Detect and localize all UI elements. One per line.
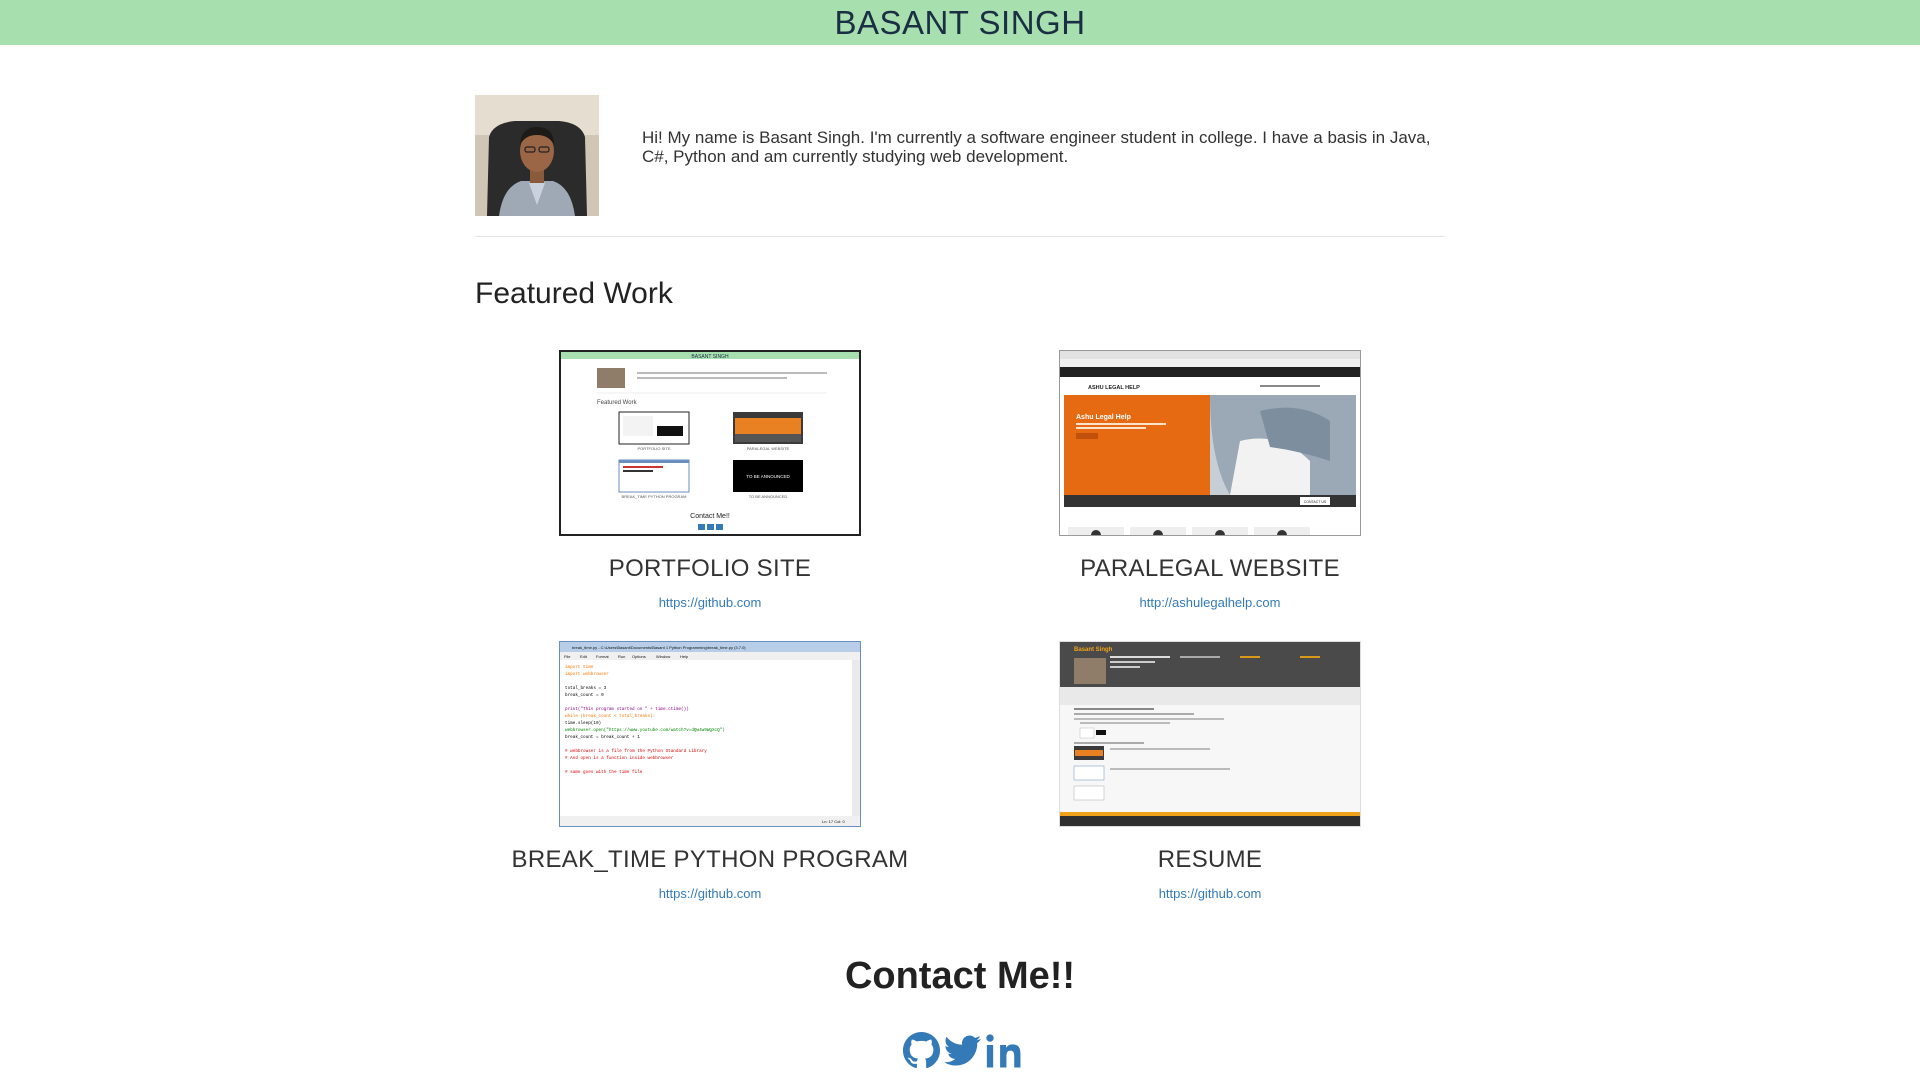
paralegal-thumbnail[interactable]: ASHU LEGAL HELP Ashu Legal Help CONTACT … (1059, 350, 1361, 536)
resume-thumbnail[interactable]: Basant Singh (1059, 641, 1361, 827)
thumb-portfolio-label-4: TO BE ANNOUNCED (749, 494, 788, 499)
svg-text:Format: Format (596, 654, 610, 659)
featured-work-title: Featured Work (475, 277, 673, 310)
thumb-portfolio-announced: TO BE ANNOUNCED (746, 474, 790, 479)
about-text: Hi! My name is Basant Singh. I'm current… (642, 128, 1431, 166)
svg-text:Window: Window (656, 654, 670, 659)
thumb-portfolio-label-3: BREAK_TIME PYTHON PROGRAM (622, 494, 687, 499)
profile-photo (475, 95, 599, 216)
site-title: BASANT SINGH (834, 3, 1086, 41)
contact-title: Contact Me!! (844, 955, 1076, 997)
project-link[interactable]: http://ashulegalhelp.com (1000, 595, 1420, 610)
project-card-paralegal: ASHU LEGAL HELP Ashu Legal Help CONTACT … (1000, 350, 1420, 615)
section-divider (475, 236, 1445, 237)
svg-text:time.sleep(10): time.sleep(10) (565, 721, 601, 726)
github-icon[interactable] (903, 1032, 940, 1069)
linkedin-icon[interactable] (985, 1032, 1022, 1069)
svg-text:Options: Options (632, 654, 646, 659)
svg-text:import time: import time (565, 665, 594, 670)
break-time-thumbnail[interactable]: break_time.py - C:\Users\Basant\Document… (559, 641, 861, 827)
project-link[interactable]: https://github.com (1000, 886, 1420, 901)
project-title: BREAK_TIME PYTHON PROGRAM (511, 846, 909, 873)
social-links (903, 1032, 1021, 1072)
svg-text:Edit: Edit (580, 654, 588, 659)
project-link[interactable]: https://github.com (500, 595, 920, 610)
thumb-paralegal-button: CONTACT US (1304, 500, 1327, 504)
thumb-resume-name: Basant Singh (1074, 647, 1113, 653)
project-link[interactable]: https://github.com (500, 886, 920, 901)
svg-text:import webbrowser: import webbrowser (565, 672, 609, 677)
svg-text:webbrowser.open("https://www.y: webbrowser.open("https://www.youtube.com… (565, 728, 725, 733)
thumb-portfolio-contact: Contact Me!! (690, 513, 730, 520)
project-card-resume: Basant Singh RESUME https://github.com (1000, 641, 1420, 906)
thumb-portfolio-label-1: PORTFOLIO SITE (637, 446, 670, 451)
svg-text:total_breaks = 3: total_breaks = 3 (565, 686, 607, 691)
svg-text:# same goes with the time file: # same goes with the time file (565, 770, 643, 775)
thumb-portfolio-header: BASANT SINGH (691, 354, 729, 360)
thumb-python-status: Ln: 17 Col: 0 (822, 819, 845, 824)
svg-text:File: File (564, 654, 571, 659)
thumb-paralegal-hero: Ashu Legal Help (1076, 414, 1131, 421)
svg-text:Run: Run (618, 654, 625, 659)
thumb-portfolio-featured: Featured Work (597, 400, 638, 406)
project-title: PARALEGAL WEBSITE (1080, 555, 1340, 582)
project-card-portfolio: BASANT SINGH Featured Work PORTFOLIO SIT… (500, 350, 920, 615)
svg-text:Help: Help (680, 654, 689, 659)
svg-text:while (break_count < total_bre: while (break_count < total_breaks): (565, 714, 655, 719)
site-header: BASANT SINGH (0, 0, 1920, 45)
thumb-python-titlebar: break_time.py - C:\Users\Basant\Document… (572, 645, 746, 650)
project-title: RESUME (1157, 846, 1263, 873)
about-section: Hi! My name is Basant Singh. I'm current… (475, 95, 1445, 237)
project-title: PORTFOLIO SITE (608, 555, 812, 582)
svg-text:print("This program started on: print("This program started on " + time.… (565, 707, 689, 712)
svg-text:# And open is a function insid: # And open is a function inside webbrows… (565, 756, 674, 761)
project-card-break-time: break_time.py - C:\Users\Basant\Document… (500, 641, 920, 906)
twitter-icon[interactable] (944, 1032, 981, 1069)
svg-text:# webbrowser is a file from th: # webbrowser is a file from the Python S… (565, 749, 707, 754)
svg-text:break_count = 0: break_count = 0 (565, 693, 604, 698)
portfolio-thumbnail[interactable]: BASANT SINGH Featured Work PORTFOLIO SIT… (559, 350, 861, 536)
thumb-portfolio-label-2: PARALEGAL WEBSITE (747, 446, 790, 451)
svg-text:break_count = break_count + 1: break_count = break_count + 1 (565, 735, 640, 740)
thumb-paralegal-brand: ASHU LEGAL HELP (1088, 385, 1140, 391)
